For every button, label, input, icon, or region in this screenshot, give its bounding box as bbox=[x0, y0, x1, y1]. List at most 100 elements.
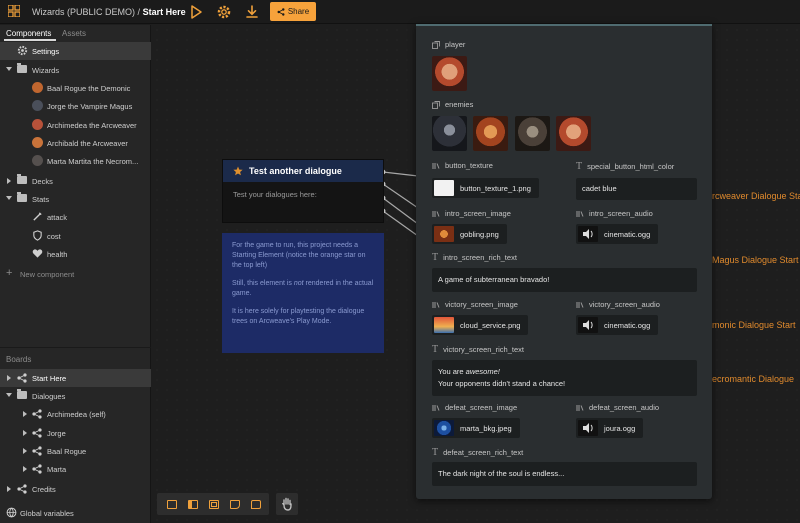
play-icon[interactable] bbox=[188, 4, 204, 20]
gear-icon[interactable] bbox=[216, 4, 232, 20]
asset-chip-button-texture[interactable]: button_texture_1.png bbox=[432, 178, 539, 198]
chevron-right-icon[interactable] bbox=[23, 411, 27, 417]
global-variables-button[interactable]: Global variables bbox=[0, 504, 151, 522]
chevron-right-icon[interactable] bbox=[7, 178, 11, 184]
tree-item-wizard[interactable]: Archibald the Arcweaver bbox=[0, 134, 151, 152]
apps-grid-icon[interactable] bbox=[8, 5, 20, 17]
pan-tool-button[interactable] bbox=[276, 493, 298, 515]
asset-filename: cinematic.ogg bbox=[604, 229, 651, 239]
sword-icon bbox=[33, 212, 42, 221]
asset-thumbnail bbox=[434, 420, 454, 436]
tree-item-stat[interactable]: cost bbox=[0, 227, 151, 245]
board-label: Credits bbox=[32, 485, 56, 494]
board-dialogue[interactable]: Jorge bbox=[0, 424, 151, 442]
chevron-right-icon[interactable] bbox=[7, 486, 11, 492]
board-dialogue[interactable]: Marta bbox=[0, 460, 151, 478]
victory-rich-text-field[interactable]: You are awesome! Your opponents didn't s… bbox=[432, 360, 697, 396]
enemy-portrait[interactable] bbox=[515, 116, 550, 151]
globe-icon bbox=[6, 507, 17, 518]
tree-item-label: Marta Martita the Necrom... bbox=[47, 157, 139, 166]
enemy-portrait[interactable] bbox=[473, 116, 508, 151]
board-dialogue[interactable]: Baal Rogue bbox=[0, 442, 151, 460]
attr-name: defeat_screen_audio bbox=[589, 403, 660, 412]
enemy-portrait[interactable] bbox=[432, 116, 467, 151]
asset-filename: button_texture_1.png bbox=[460, 183, 531, 193]
asset-filename: joura.ogg bbox=[604, 423, 636, 433]
attr-name: defeat_screen_image bbox=[445, 403, 518, 412]
download-icon[interactable] bbox=[244, 4, 260, 20]
attr-name: player bbox=[445, 40, 466, 49]
note-paragraph: It is here solely for playtesting the di… bbox=[232, 308, 365, 325]
offscreen-node-label[interactable]: Magus Dialogue Start bbox=[712, 255, 799, 265]
tree-item-wizard[interactable]: Marta Martita the Necrom... bbox=[0, 152, 151, 170]
tree-item-wizard[interactable]: Jorge the Vampire Magus bbox=[0, 97, 151, 115]
intro-rich-text-field[interactable]: A game of subterranean bravado! bbox=[432, 268, 697, 292]
attr-label-victory-image: victory_screen_image bbox=[432, 300, 518, 309]
tree-item-wizard[interactable]: Archimedea the Arcweaver bbox=[0, 116, 151, 134]
player-portrait[interactable] bbox=[432, 56, 467, 91]
offscreen-node-label[interactable]: rcweaver Dialogue Star bbox=[712, 191, 800, 201]
asset-chip-intro-image[interactable]: gobling.png bbox=[432, 224, 507, 244]
board-credits[interactable]: Credits bbox=[0, 480, 151, 498]
field-value: cadet blue bbox=[582, 184, 617, 193]
tree-item-settings[interactable]: Settings bbox=[0, 42, 151, 60]
folder-decks[interactable]: Decks bbox=[0, 172, 151, 190]
special-color-field[interactable]: cadet blue bbox=[576, 178, 697, 200]
branch-icon[interactable] bbox=[188, 500, 198, 509]
share-button[interactable]: Share bbox=[270, 2, 316, 21]
chevron-down-icon[interactable] bbox=[6, 196, 12, 200]
folder-label: Stats bbox=[32, 195, 50, 204]
chevron-down-icon[interactable] bbox=[6, 67, 12, 71]
chevron-right-icon[interactable] bbox=[23, 430, 27, 436]
board-icon bbox=[32, 428, 42, 438]
tree-item-stat[interactable]: attack bbox=[0, 208, 151, 226]
board-dialogue[interactable]: Archimedea (self) bbox=[0, 405, 151, 423]
folder-wizards[interactable]: Wizards bbox=[0, 61, 151, 79]
board-start-here[interactable]: Start Here bbox=[0, 369, 151, 387]
share-icon bbox=[277, 7, 285, 16]
chevron-right-icon[interactable] bbox=[7, 375, 11, 381]
asset-chip-victory-image[interactable]: cloud_service.png bbox=[432, 315, 529, 335]
asset-chip-victory-audio[interactable]: cinematic.ogg bbox=[576, 315, 659, 335]
folder-icon bbox=[17, 174, 27, 184]
asset-chip-defeat-image[interactable]: marta_bkg.jpeg bbox=[432, 418, 520, 438]
dialog-element-node[interactable]: Test another dialogue Test your dialogue… bbox=[222, 159, 384, 223]
asset-thumbnail bbox=[434, 180, 454, 196]
tree-item-label: attack bbox=[47, 213, 68, 222]
sidebar-tabs: Components Assets bbox=[0, 25, 151, 41]
attr-label-victory-text: T victory_screen_rich_text bbox=[432, 344, 524, 355]
jumper-icon[interactable] bbox=[209, 500, 219, 509]
tab-components[interactable]: Components bbox=[6, 29, 51, 38]
top-bar: Wizards (PUBLIC DEMO) / Start Here Share bbox=[0, 0, 800, 24]
folder-dialogues[interactable]: Dialogues bbox=[0, 387, 151, 405]
breadcrumb-project[interactable]: Wizards (PUBLIC DEMO) bbox=[32, 7, 135, 17]
chevron-down-icon[interactable] bbox=[6, 393, 12, 397]
chevron-right-icon[interactable] bbox=[23, 466, 27, 472]
tree-item-label: Baal Rogue the Demonic bbox=[47, 84, 131, 93]
chevron-right-icon[interactable] bbox=[23, 448, 27, 454]
new-component-button[interactable]: + New component bbox=[0, 265, 151, 283]
offscreen-node-label[interactable]: monic Dialogue Start bbox=[712, 320, 796, 330]
comment-icon[interactable] bbox=[251, 500, 261, 509]
attr-name: intro_screen_rich_text bbox=[443, 253, 517, 262]
folder-stats[interactable]: Stats bbox=[0, 190, 151, 208]
asset-filename: cinematic.ogg bbox=[604, 320, 651, 330]
folder-icon bbox=[17, 192, 27, 202]
attr-label-button-texture: button_texture bbox=[432, 161, 493, 170]
tab-assets[interactable]: Assets bbox=[62, 29, 86, 38]
offscreen-node-label[interactable]: ecromantic Dialogue bbox=[712, 374, 794, 384]
defeat-rich-text-field[interactable]: The dark night of the soul is endless... bbox=[432, 462, 697, 486]
new-component-label: New component bbox=[20, 270, 75, 279]
settings-panel: player enemies button_texture button_tex… bbox=[416, 24, 712, 499]
note-icon[interactable] bbox=[230, 500, 240, 509]
note-node[interactable]: For the game to run, this project needs … bbox=[222, 233, 384, 353]
element-icon[interactable] bbox=[167, 500, 177, 509]
tree-item-wizard[interactable]: Baal Rogue the Demonic bbox=[0, 79, 151, 97]
tree-item-label: health bbox=[47, 250, 68, 259]
breadcrumb-board: Start Here bbox=[142, 7, 186, 17]
global-variables-label: Global variables bbox=[20, 509, 74, 518]
asset-chip-intro-audio[interactable]: cinematic.ogg bbox=[576, 224, 659, 244]
asset-chip-defeat-audio[interactable]: joura.ogg bbox=[576, 418, 644, 438]
enemy-portrait[interactable] bbox=[556, 116, 591, 151]
tree-item-stat[interactable]: health bbox=[0, 245, 151, 263]
